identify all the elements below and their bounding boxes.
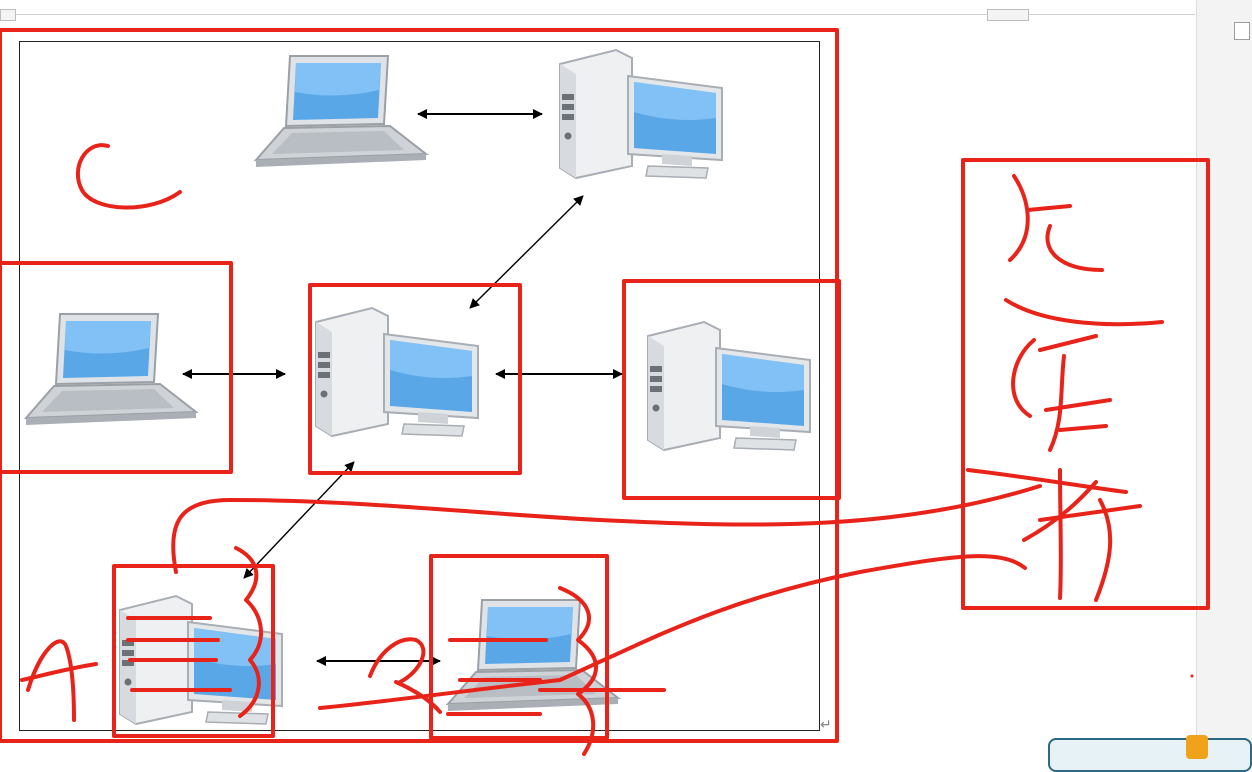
laptop-top-icon bbox=[255, 55, 427, 168]
desktop-center-icon bbox=[315, 307, 479, 437]
scribble-char-2 bbox=[1011, 334, 1112, 452]
annotation-dot bbox=[1190, 674, 1194, 678]
annotation-box-right bbox=[961, 158, 1210, 610]
scribble-char-1 bbox=[1004, 174, 1164, 327]
scribble-glyph-a bbox=[20, 639, 98, 722]
network-diagram bbox=[0, 28, 1210, 756]
scribble-connector-lower bbox=[318, 554, 1027, 710]
scribble-c bbox=[75, 143, 182, 210]
desktop-right-icon bbox=[647, 321, 811, 451]
laptop-left-icon bbox=[25, 313, 197, 426]
scribble-char-3 bbox=[966, 468, 1142, 602]
link-desktop-center-desktop-bottom-left bbox=[243, 461, 355, 579]
desktop-top-right-icon bbox=[559, 49, 723, 179]
link-desktop-top-right-desktop-center bbox=[469, 195, 584, 309]
